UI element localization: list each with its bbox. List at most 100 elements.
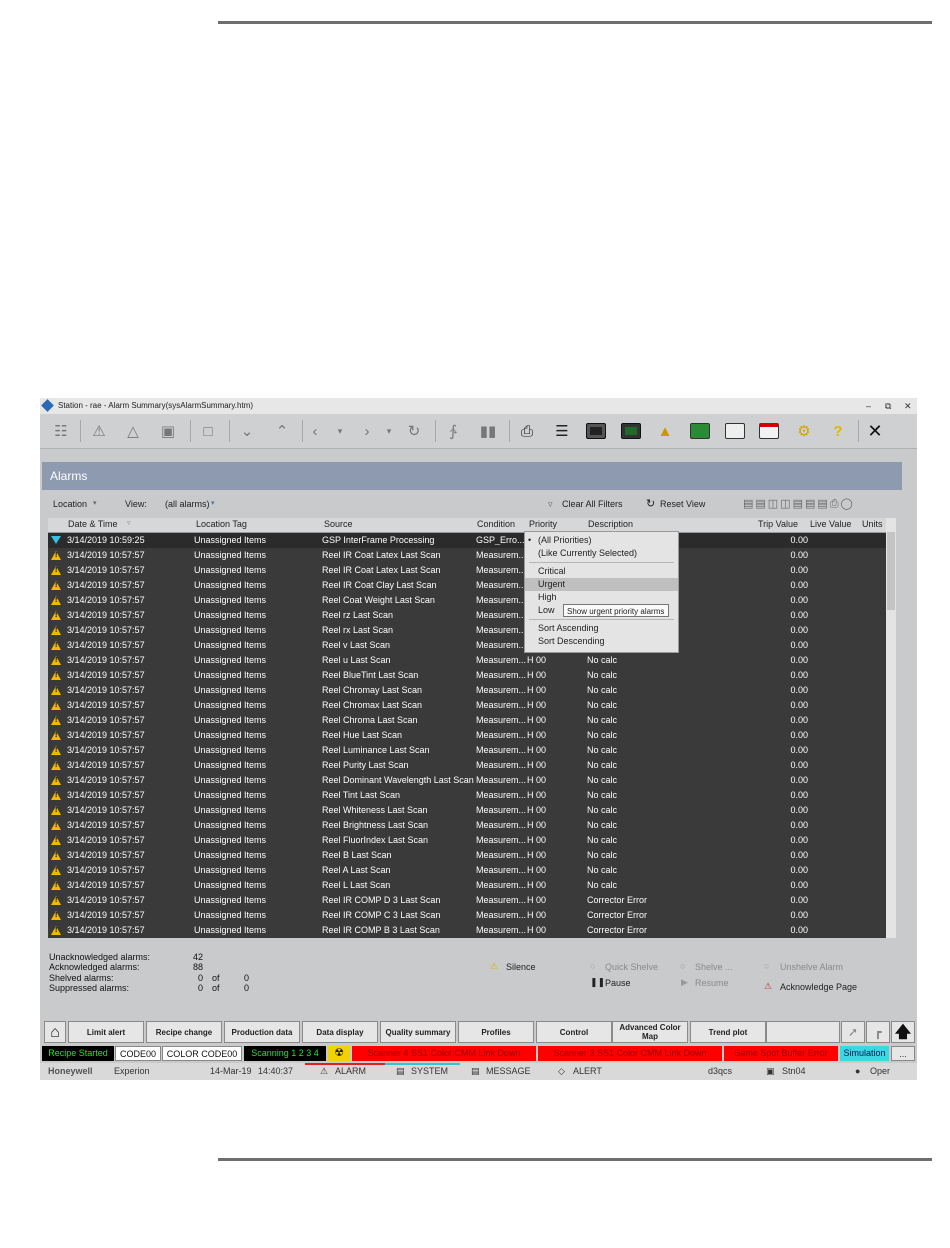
- table-row[interactable]: 3/14/2019 10:57:57 Unassigned Items Reel I…: [48, 893, 894, 908]
- table-row[interactable]: 3/14/2019 10:57:57 Unassigned Items Reel B…: [48, 848, 894, 863]
- footer-alarm[interactable]: ALARM: [335, 1066, 366, 1076]
- menu-item-sort-descending[interactable]: Sort Descending: [525, 635, 678, 648]
- footer-system[interactable]: SYSTEM: [411, 1066, 448, 1076]
- table-row[interactable]: 3/14/2019 10:57:57 Unassigned Items Reel W…: [48, 803, 894, 818]
- menu-item-urgent[interactable]: Urgent: [525, 578, 678, 591]
- ack-page-icon[interactable]: ⚠: [764, 981, 772, 992]
- nav-profiles[interactable]: Profiles: [458, 1021, 534, 1043]
- col-units[interactable]: Units: [862, 519, 883, 529]
- split-icon[interactable]: ┏: [866, 1021, 890, 1043]
- col-location[interactable]: Location Tag: [196, 519, 247, 529]
- home-button[interactable]: ⌂: [44, 1021, 66, 1043]
- table-row[interactable]: 3/14/2019 10:57:57 Unassigned Items Reel B…: [48, 818, 894, 833]
- table-row[interactable]: 3/14/2019 10:57:57 Unassigned Items Reel C…: [48, 698, 894, 713]
- scrollbar-thumb[interactable]: [887, 532, 895, 610]
- col-date[interactable]: Date & Time: [68, 519, 118, 529]
- alarm-icon[interactable]: ⚠: [88, 420, 110, 442]
- page-down-icon[interactable]: ⌄: [236, 420, 258, 442]
- silence-button[interactable]: Silence: [506, 962, 536, 972]
- reset-view-button[interactable]: Reset View: [660, 499, 705, 509]
- col-description[interactable]: Description: [588, 519, 633, 529]
- checklist-icon[interactable]: ☰: [551, 420, 573, 442]
- trend-icon[interactable]: ∱: [442, 420, 464, 442]
- unshelve-icon[interactable]: ○: [764, 961, 769, 971]
- quick-shelve-icon[interactable]: ○: [590, 961, 595, 971]
- view-dropdown-icon[interactable]: ▾: [211, 499, 215, 507]
- back-icon[interactable]: ‹: [306, 420, 324, 442]
- close-display-button[interactable]: ✕: [864, 420, 886, 442]
- footer-message[interactable]: MESSAGE: [486, 1066, 531, 1076]
- table-row[interactable]: 3/14/2019 10:59:25 Unassigned Items GSP In…: [48, 533, 894, 548]
- location-dropdown-icon[interactable]: ▾: [93, 499, 97, 507]
- view-options-icons[interactable]: ▤▤◫◫▤▤▤⎙◯: [743, 497, 855, 511]
- system-status-icon[interactable]: ▣: [157, 420, 179, 442]
- report-icon[interactable]: [724, 420, 746, 442]
- scanner-display-icon[interactable]: [585, 420, 607, 442]
- up-arrow-icon[interactable]: 🡅: [891, 1021, 915, 1043]
- menu-item-like-selected[interactable]: (Like Currently Selected): [525, 547, 678, 560]
- table-row[interactable]: 3/14/2019 10:57:57 Unassigned Items Reel F…: [48, 833, 894, 848]
- grid-scrollbar[interactable]: [886, 518, 896, 938]
- table-row[interactable]: 3/14/2019 10:57:57 Unassigned Items Reel T…: [48, 788, 894, 803]
- table-row[interactable]: 3/14/2019 10:57:57 Unassigned Items Reel L…: [48, 878, 894, 893]
- table-row[interactable]: 3/14/2019 10:57:57 Unassigned Items Reel B…: [48, 668, 894, 683]
- help-icon[interactable]: ?: [827, 420, 849, 442]
- status-more-button[interactable]: ...: [891, 1046, 915, 1061]
- col-live-value[interactable]: Live Value: [810, 519, 851, 529]
- alarm-report-icon[interactable]: [758, 420, 780, 442]
- hierarchy-icon[interactable]: ☷: [50, 420, 72, 442]
- pause-button[interactable]: Pause: [605, 978, 631, 988]
- table-row[interactable]: 3/14/2019 10:57:57 Unassigned Items Reel A…: [48, 863, 894, 878]
- col-condition[interactable]: Condition: [477, 519, 515, 529]
- table-row[interactable]: 3/14/2019 10:57:57 Unassigned Items Reel I…: [48, 908, 894, 923]
- col-trip-value[interactable]: Trip Value: [758, 519, 798, 529]
- edit-toggle-icon[interactable]: ➚: [841, 1021, 865, 1043]
- clear-all-filters-button[interactable]: Clear All Filters: [562, 499, 623, 509]
- sort-desc-icon[interactable]: ▿: [127, 519, 131, 527]
- table-row[interactable]: 3/14/2019 10:57:57 Unassigned Items Reel C…: [48, 593, 894, 608]
- minimize-button[interactable]: –: [866, 398, 871, 414]
- forward-icon[interactable]: ›: [358, 420, 376, 442]
- silence-icon[interactable]: ⚠: [490, 961, 498, 972]
- col-priority[interactable]: Priority: [529, 519, 557, 529]
- table-row[interactable]: 3/14/2019 10:57:57 Unassigned Items Reel P…: [48, 758, 894, 773]
- table-row[interactable]: 3/14/2019 10:57:57 Unassigned Items Reel C…: [48, 713, 894, 728]
- acknowledge-page-button[interactable]: Acknowledge Page: [780, 982, 857, 992]
- resume-button[interactable]: Resume: [695, 978, 729, 988]
- shelve-button[interactable]: Shelve ...: [695, 962, 733, 972]
- footer-message-icon[interactable]: ▤: [471, 1066, 480, 1077]
- col-source[interactable]: Source: [324, 519, 353, 529]
- table-row[interactable]: 3/14/2019 10:57:57 Unassigned Items Reel C…: [48, 683, 894, 698]
- footer-alert[interactable]: ALERT: [573, 1066, 602, 1076]
- menu-item-all-priorities[interactable]: • (All Priorities): [525, 534, 678, 547]
- location-filter[interactable]: Location: [53, 499, 87, 509]
- nav-recipe-change[interactable]: Recipe change: [146, 1021, 222, 1043]
- settings-icon[interactable]: ⚙: [793, 420, 815, 442]
- refresh-icon[interactable]: ↻: [403, 420, 425, 442]
- event-icon[interactable]: △: [122, 420, 144, 442]
- resume-icon[interactable]: ▶: [681, 977, 688, 988]
- display-icon[interactable]: □: [197, 420, 219, 442]
- table-row[interactable]: 3/14/2019 10:57:57 Unassigned Items Reel H…: [48, 728, 894, 743]
- page-up-icon[interactable]: ⌃: [271, 420, 293, 442]
- forward-dropdown-icon[interactable]: ▾: [382, 420, 396, 442]
- back-dropdown-icon[interactable]: ▾: [333, 420, 347, 442]
- group-icon[interactable]: ▮▮: [477, 420, 499, 442]
- nav-advanced-color-map[interactable]: Advanced Color Map: [612, 1021, 688, 1043]
- shelve-icon[interactable]: ○: [680, 961, 685, 971]
- nav-production-data[interactable]: Production data: [224, 1021, 300, 1043]
- reset-view-icon[interactable]: ↻: [646, 497, 655, 510]
- print-icon[interactable]: ⎙: [516, 420, 538, 442]
- table-row[interactable]: 3/14/2019 10:57:57 Unassigned Items Reel r…: [48, 623, 894, 638]
- table-row[interactable]: 3/14/2019 10:57:57 Unassigned Items Reel v…: [48, 638, 894, 653]
- clear-filter-icon[interactable]: ▿: [548, 499, 553, 510]
- pause-icon[interactable]: ❚❚: [590, 977, 605, 988]
- quick-shelve-button[interactable]: Quick Shelve: [605, 962, 658, 972]
- menu-item-sort-ascending[interactable]: Sort Ascending: [525, 622, 678, 635]
- footer-system-icon[interactable]: ▤: [396, 1066, 405, 1077]
- nav-quality-summary[interactable]: Quality summary: [380, 1021, 456, 1043]
- table-row[interactable]: 3/14/2019 10:57:57 Unassigned Items Reel I…: [48, 923, 894, 938]
- profile-display-icon[interactable]: [620, 420, 642, 442]
- nav-control[interactable]: Control: [536, 1021, 612, 1043]
- table-row[interactable]: 3/14/2019 10:57:57 Unassigned Items Reel I…: [48, 563, 894, 578]
